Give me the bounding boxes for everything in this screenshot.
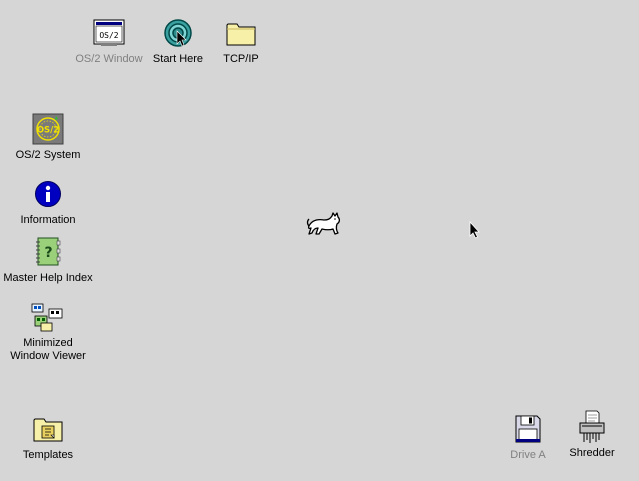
os2-window-label: OS/2 Window	[75, 53, 143, 65]
master-help-index-object[interactable]: ? Master Help Index	[0, 235, 96, 285]
tcpip-folder-object[interactable]: TCP/IP	[210, 16, 272, 66]
drive-a-label: Drive A	[510, 449, 546, 461]
os2-system-label: OS/2 System	[15, 149, 81, 161]
svg-text:?: ?	[44, 245, 52, 261]
floppy-disk-icon	[511, 412, 545, 446]
information-object[interactable]: Information	[8, 177, 88, 227]
master-help-index-label: Master Help Index	[3, 272, 93, 284]
minimized-window-viewer-label: Minimized Window Viewer	[10, 337, 86, 362]
templates-folder-icon	[31, 412, 65, 446]
start-here-label: Start Here	[152, 53, 204, 65]
os2-window-icon: OS/2	[92, 16, 126, 50]
os2-system-object[interactable]: OS/2 OS/2 System	[8, 112, 88, 162]
os2-window-object[interactable]: OS/2 OS/2 Window	[70, 16, 148, 66]
os2-system-icon: OS/2	[31, 112, 65, 146]
svg-text:OS/2: OS/2	[99, 31, 118, 40]
tcpip-label: TCP/IP	[223, 53, 259, 65]
mouse-pointer-icon	[469, 220, 480, 239]
templates-folder-object[interactable]: Templates	[10, 412, 86, 462]
start-here-icon	[161, 16, 195, 50]
svg-text:OS/2: OS/2	[37, 126, 59, 136]
information-label: Information	[20, 214, 76, 226]
desktop[interactable]: OS/2 OS/2 Window Start Here TCP/IP OS/2 …	[0, 0, 639, 481]
help-book-icon: ?	[31, 235, 65, 269]
shredder-label: Shredder	[569, 447, 615, 459]
templates-label: Templates	[22, 449, 74, 461]
shredder-icon	[575, 410, 609, 444]
minimized-window-viewer-object[interactable]: Minimized Window Viewer	[4, 300, 92, 363]
minimized-windows-icon	[31, 300, 65, 334]
shredder-object[interactable]: Shredder	[560, 410, 624, 460]
busy-cat-icon	[306, 210, 342, 238]
start-here-object[interactable]: Start Here	[146, 16, 210, 66]
drive-a-object[interactable]: Drive A	[496, 412, 560, 462]
information-icon	[31, 177, 65, 211]
folder-icon	[224, 16, 258, 50]
